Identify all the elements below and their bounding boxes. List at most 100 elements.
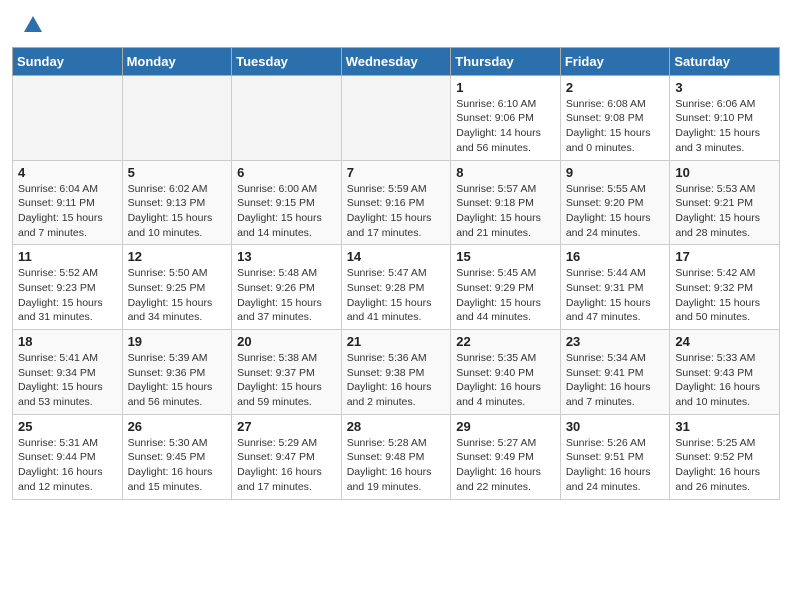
day-number: 21 [347, 334, 446, 349]
day-info: Sunrise: 5:27 AMSunset: 9:49 PMDaylight:… [456, 436, 555, 495]
day-number: 8 [456, 165, 555, 180]
day-number: 3 [675, 80, 774, 95]
day-cell: 8 Sunrise: 5:57 AMSunset: 9:18 PMDaylight… [451, 160, 561, 245]
col-header-monday: Monday [122, 47, 232, 75]
day-cell: 30Sunrise: 5:26 AMSunset: 9:51 PMDayligh… [560, 414, 670, 499]
day-number: 11 [18, 249, 117, 264]
day-cell: 28 Sunrise: 5:28 AMSunset: 9:48 PMDayligh… [341, 414, 451, 499]
col-header-thursday: Thursday [451, 47, 561, 75]
day-cell: 3Sunrise: 6:06 AMSunset: 9:10 PMDaylight… [670, 75, 780, 160]
day-info: Sunrise: 6:02 AMSunset: 9:13 PMDaylight:… [128, 182, 227, 241]
day-number: 17 [675, 249, 774, 264]
day-info: Sunrise: 5:52 AMSunset: 9:23 PMDaylight:… [18, 266, 117, 325]
day-number: 2 [566, 80, 665, 95]
col-header-wednesday: Wednesday [341, 47, 451, 75]
day-number: 15 [456, 249, 555, 264]
day-info: Sunrise: 5:35 AMSunset: 9:40 PMDaylight:… [456, 351, 555, 410]
day-cell: 13Sunrise: 5:48 AMSunset: 9:26 PMDayligh… [232, 245, 342, 330]
day-info: Sunrise: 5:30 AMSunset: 9:45 PMDaylight:… [128, 436, 227, 495]
day-info: Sunrise: 5:34 AMSunset: 9:41 PMDaylight:… [566, 351, 665, 410]
day-info: Sunrise: 5:55 AMSunset: 9:20 PMDaylight:… [566, 182, 665, 241]
day-cell [13, 75, 123, 160]
day-number: 23 [566, 334, 665, 349]
day-info: Sunrise: 5:31 AMSunset: 9:44 PMDaylight:… [18, 436, 117, 495]
day-number: 7 [347, 165, 446, 180]
day-cell: 1 Sunrise: 6:10 AMSunset: 9:06 PMDaylight… [451, 75, 561, 160]
col-header-tuesday: Tuesday [232, 47, 342, 75]
day-info: Sunrise: 5:50 AMSunset: 9:25 PMDaylight:… [128, 266, 227, 325]
day-cell: 31 Sunrise: 5:25 AMSunset: 9:52 PMDayligh… [670, 414, 780, 499]
day-number: 1 [456, 80, 555, 95]
day-cell: 20 Sunrise: 5:38 AMSunset: 9:37 PMDayligh… [232, 330, 342, 415]
day-info: Sunrise: 5:36 AMSunset: 9:38 PMDaylight:… [347, 351, 446, 410]
day-number: 31 [675, 419, 774, 434]
day-cell [341, 75, 451, 160]
day-cell: 5 Sunrise: 6:02 AMSunset: 9:13 PMDaylight… [122, 160, 232, 245]
day-info: Sunrise: 5:44 AMSunset: 9:31 PMDaylight:… [566, 266, 665, 325]
day-info: Sunrise: 6:04 AMSunset: 9:11 PMDaylight:… [18, 182, 117, 241]
day-number: 25 [18, 419, 117, 434]
day-cell: 11 Sunrise: 5:52 AMSunset: 9:23 PMDayligh… [13, 245, 123, 330]
day-cell: 17 Sunrise: 5:42 AMSunset: 9:32 PMDayligh… [670, 245, 780, 330]
col-header-sunday: Sunday [13, 47, 123, 75]
day-cell: 15 Sunrise: 5:45 AMSunset: 9:29 PMDayligh… [451, 245, 561, 330]
day-info: Sunrise: 5:39 AMSunset: 9:36 PMDaylight:… [128, 351, 227, 410]
day-number: 27 [237, 419, 336, 434]
day-info: Sunrise: 5:25 AMSunset: 9:52 PMDaylight:… [675, 436, 774, 495]
week-row-5: 25 Sunrise: 5:31 AMSunset: 9:44 PMDayligh… [13, 414, 780, 499]
day-info: Sunrise: 5:45 AMSunset: 9:29 PMDaylight:… [456, 266, 555, 325]
day-header-row: SundayMondayTuesdayWednesdayThursdayFrid… [13, 47, 780, 75]
week-row-1: 1 Sunrise: 6:10 AMSunset: 9:06 PMDaylight… [13, 75, 780, 160]
day-number: 19 [128, 334, 227, 349]
day-cell: 10 Sunrise: 5:53 AMSunset: 9:21 PMDayligh… [670, 160, 780, 245]
day-info: Sunrise: 5:33 AMSunset: 9:43 PMDaylight:… [675, 351, 774, 410]
day-cell: 21 Sunrise: 5:36 AMSunset: 9:38 PMDayligh… [341, 330, 451, 415]
day-number: 18 [18, 334, 117, 349]
day-number: 12 [128, 249, 227, 264]
day-info: Sunrise: 6:10 AMSunset: 9:06 PMDaylight:… [456, 97, 555, 156]
day-number: 16 [566, 249, 665, 264]
day-info: Sunrise: 5:26 AMSunset: 9:51 PMDaylight:… [566, 436, 665, 495]
day-number: 5 [128, 165, 227, 180]
day-number: 9 [566, 165, 665, 180]
logo-icon [22, 14, 44, 36]
week-row-4: 18Sunrise: 5:41 AMSunset: 9:34 PMDayligh… [13, 330, 780, 415]
day-number: 20 [237, 334, 336, 349]
day-info: Sunrise: 6:08 AMSunset: 9:08 PMDaylight:… [566, 97, 665, 156]
day-info: Sunrise: 5:57 AMSunset: 9:18 PMDaylight:… [456, 182, 555, 241]
day-info: Sunrise: 5:38 AMSunset: 9:37 PMDaylight:… [237, 351, 336, 410]
day-number: 29 [456, 419, 555, 434]
day-cell: 25 Sunrise: 5:31 AMSunset: 9:44 PMDayligh… [13, 414, 123, 499]
logo [20, 14, 44, 41]
day-cell [232, 75, 342, 160]
day-info: Sunrise: 5:48 AMSunset: 9:26 PMDaylight:… [237, 266, 336, 325]
day-number: 28 [347, 419, 446, 434]
page-header [0, 0, 792, 47]
day-cell: 24Sunrise: 5:33 AMSunset: 9:43 PMDayligh… [670, 330, 780, 415]
week-row-2: 4Sunrise: 6:04 AMSunset: 9:11 PMDaylight… [13, 160, 780, 245]
day-cell: 7 Sunrise: 5:59 AMSunset: 9:16 PMDaylight… [341, 160, 451, 245]
day-number: 26 [128, 419, 227, 434]
day-info: Sunrise: 5:53 AMSunset: 9:21 PMDaylight:… [675, 182, 774, 241]
day-cell [122, 75, 232, 160]
day-cell: 19 Sunrise: 5:39 AMSunset: 9:36 PMDayligh… [122, 330, 232, 415]
day-cell: 27Sunrise: 5:29 AMSunset: 9:47 PMDayligh… [232, 414, 342, 499]
day-number: 14 [347, 249, 446, 264]
day-info: Sunrise: 5:47 AMSunset: 9:28 PMDaylight:… [347, 266, 446, 325]
calendar-table: SundayMondayTuesdayWednesdayThursdayFrid… [12, 47, 780, 500]
day-cell: 29 Sunrise: 5:27 AMSunset: 9:49 PMDayligh… [451, 414, 561, 499]
day-info: Sunrise: 5:42 AMSunset: 9:32 PMDaylight:… [675, 266, 774, 325]
day-number: 22 [456, 334, 555, 349]
col-header-saturday: Saturday [670, 47, 780, 75]
day-cell: 2 Sunrise: 6:08 AMSunset: 9:08 PMDaylight… [560, 75, 670, 160]
day-cell: 4Sunrise: 6:04 AMSunset: 9:11 PMDaylight… [13, 160, 123, 245]
day-info: Sunrise: 6:00 AMSunset: 9:15 PMDaylight:… [237, 182, 336, 241]
day-number: 10 [675, 165, 774, 180]
col-header-friday: Friday [560, 47, 670, 75]
day-cell: 16 Sunrise: 5:44 AMSunset: 9:31 PMDayligh… [560, 245, 670, 330]
day-info: Sunrise: 5:28 AMSunset: 9:48 PMDaylight:… [347, 436, 446, 495]
day-cell: 23 Sunrise: 5:34 AMSunset: 9:41 PMDayligh… [560, 330, 670, 415]
calendar-wrapper: SundayMondayTuesdayWednesdayThursdayFrid… [0, 47, 792, 510]
day-info: Sunrise: 5:59 AMSunset: 9:16 PMDaylight:… [347, 182, 446, 241]
day-cell: 22 Sunrise: 5:35 AMSunset: 9:40 PMDayligh… [451, 330, 561, 415]
